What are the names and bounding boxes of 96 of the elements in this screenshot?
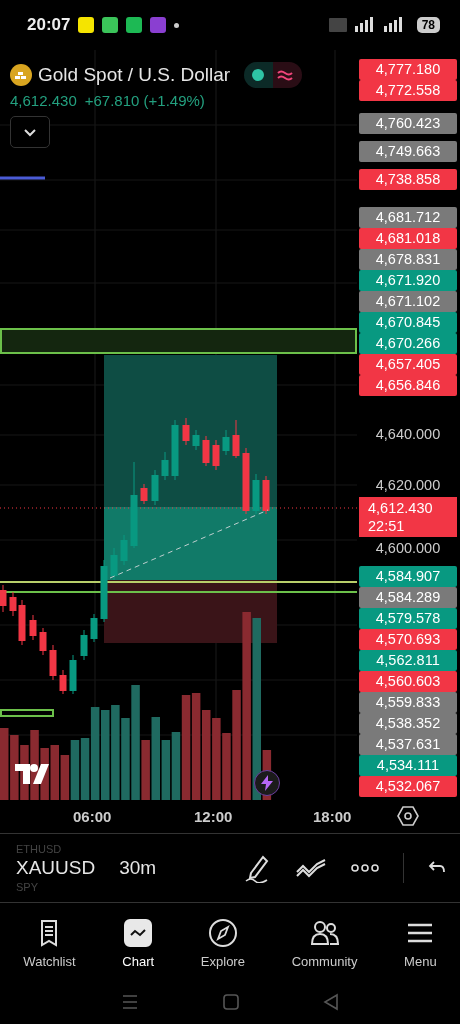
last-price-label: 4,612.430 22:51 <box>359 497 457 537</box>
app-notification-icon <box>150 17 167 33</box>
price-label: 4,670.266 <box>359 333 457 354</box>
price-label: 4,656.846 <box>359 375 457 396</box>
price-label: 4,671.102 <box>359 291 457 312</box>
candle <box>212 439 220 471</box>
time-label: 12:00 <box>194 808 233 825</box>
chevron-down-icon <box>23 127 37 137</box>
explore-icon <box>207 918 238 948</box>
candle <box>202 435 210 467</box>
price-label: 4,560.603 <box>359 671 457 692</box>
current-price: 4,612.430 <box>10 92 77 109</box>
candle <box>242 447 250 515</box>
candle <box>262 475 270 515</box>
nav-tab[interactable]: Chart <box>122 918 155 969</box>
candle <box>100 559 108 623</box>
price-label: 4,749.663 <box>359 141 457 162</box>
volume-bar <box>50 745 59 800</box>
candle <box>232 419 240 459</box>
candle <box>120 534 128 566</box>
price-label: 4,777.180 <box>359 59 457 80</box>
price-label: 4,584.289 <box>359 587 457 608</box>
price-label: 4,584.907 <box>359 566 457 587</box>
settings-icon[interactable] <box>397 805 419 827</box>
candle <box>252 473 260 515</box>
candle <box>182 417 190 446</box>
pencil-icon[interactable] <box>243 853 271 883</box>
volume-bar <box>0 728 9 800</box>
volume-bar <box>60 755 70 800</box>
notification-dot-icon <box>174 22 180 28</box>
zone-band[interactable] <box>0 328 357 354</box>
time-label: 06:00 <box>73 808 112 825</box>
app-notification-icon <box>78 17 95 33</box>
price-label: 4,538.352 <box>359 713 457 734</box>
battery-indicator: 78 <box>416 17 440 33</box>
price-label: 4,760.423 <box>359 113 457 134</box>
candle <box>90 613 98 643</box>
nav-tab[interactable]: Watchlist <box>23 918 76 969</box>
symbol-title[interactable]: Gold Spot / U.S. Dollar <box>38 64 231 86</box>
price-label: 4,681.712 <box>359 207 457 228</box>
price-label: 4,600.000 <box>374 539 442 558</box>
price-label: 4,562.811 <box>359 650 457 671</box>
coin-icon <box>10 64 32 86</box>
price-label: 4,537.631 <box>359 734 457 755</box>
more-icon[interactable] <box>351 863 379 873</box>
time-label: 18:00 <box>313 808 352 825</box>
candle <box>192 429 200 451</box>
price-label: 4,532.067 <box>359 776 457 797</box>
status-time: 20:07 <box>27 15 71 35</box>
price-label: 4,640.000 <box>374 425 442 444</box>
price-label: 4,772.558 <box>359 80 457 101</box>
candle <box>110 547 118 581</box>
price-label: 4,670.845 <box>359 312 457 333</box>
candle <box>59 669 67 695</box>
candle <box>161 451 169 481</box>
candle <box>222 429 230 456</box>
price-label: 4,579.578 <box>359 608 457 629</box>
volume-bar <box>70 740 80 800</box>
level-box[interactable] <box>0 709 54 717</box>
candle <box>69 654 77 695</box>
candle <box>151 469 159 506</box>
price-label: 4,570.693 <box>359 629 457 650</box>
market-status-toggle[interactable] <box>244 62 303 88</box>
interval-button[interactable]: 30m <box>119 857 157 879</box>
price-label: 4,678.831 <box>359 249 457 270</box>
chart-icon <box>123 918 154 948</box>
price-label: 4,671.920 <box>359 270 457 291</box>
volume-bar <box>10 735 19 800</box>
price-label: 4,681.018 <box>359 228 457 249</box>
line-tools-icon[interactable] <box>295 858 327 878</box>
nav-tab[interactable]: Community <box>291 918 358 969</box>
nav-tab[interactable]: Menu <box>404 918 437 969</box>
candle <box>49 644 57 681</box>
volume-bar <box>30 730 39 800</box>
home-icon[interactable] <box>222 993 240 1011</box>
volume-bar <box>161 740 171 800</box>
candle <box>140 483 148 505</box>
collapse-button[interactable] <box>10 116 50 148</box>
candle <box>80 629 88 661</box>
back-icon[interactable] <box>322 993 340 1011</box>
price-label: 4,534.111 <box>359 755 457 776</box>
candle <box>171 419 179 481</box>
wave-icon <box>276 68 295 82</box>
price-label: 4,738.858 <box>359 169 457 190</box>
community-icon <box>309 918 340 948</box>
app-notification-icon <box>126 17 143 33</box>
price-label: 4,657.405 <box>359 354 457 375</box>
nav-tab[interactable]: Explore <box>200 918 245 969</box>
candle <box>39 627 47 656</box>
candle <box>0 584 7 613</box>
price-change: +67.810 (+1.49%) <box>84 92 205 109</box>
candle <box>29 614 37 641</box>
app-notification-icon <box>102 17 119 33</box>
symbol-item[interactable]: XAUUSD <box>16 857 96 879</box>
price-label: 4,620.000 <box>374 476 442 495</box>
price-label: 4,559.833 <box>359 692 457 713</box>
